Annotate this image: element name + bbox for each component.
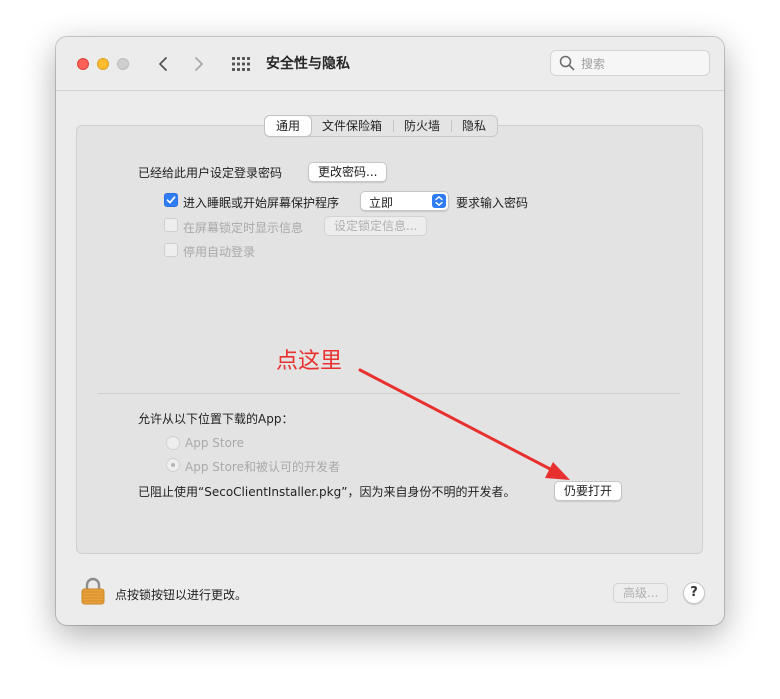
disable-auto-login-checkbox[interactable] [164,243,178,257]
downloads-heading: 允许从以下位置下载的App： [138,412,294,426]
require-password-checkbox[interactable] [164,193,178,207]
title-bar: 安全性与隐私 [56,37,724,91]
tab-filevault[interactable]: 文件保险箱 [311,116,393,136]
require-password-label: 进入睡眠或开始屏幕保护程序 [183,196,340,210]
tab-general[interactable]: 通用 [265,116,312,136]
section-divider [98,393,680,394]
show-all-grid-icon[interactable] [232,56,250,72]
blocked-app-message: 已阻止使用“SecoClientInstaller.pkg”，因为来自身份不明的… [138,485,516,499]
close-window-button[interactable] [77,58,89,70]
select-stepper-icon [432,194,446,208]
chevron-right-icon [195,57,203,71]
search-field[interactable] [550,50,710,76]
change-password-button[interactable]: 更改密码... [308,162,388,182]
annotation-label: 点这里 [276,349,343,374]
window-title: 安全性与隐私 [266,56,350,72]
set-lock-message-button[interactable]: 设定锁定信息... [324,216,428,236]
lock-hint-text: 点按锁按钮以进行更改。 [115,588,248,602]
preferences-window: 安全性与隐私 通用 文件保险箱 防火墙 隐私 已经给此用户设定登录密码 更改密码… [56,37,724,625]
radio-app-store-identified-label: App Store和被认可的开发者 [185,460,340,474]
lock-message-label: 在屏幕锁定时显示信息 [183,221,304,235]
chevron-left-icon [159,57,167,71]
radio-app-store-identified[interactable] [166,458,180,472]
require-password-suffix: 要求输入密码 [456,196,529,210]
disable-auto-login-label: 停用自动登录 [183,245,256,259]
back-button[interactable] [152,52,174,76]
lock-message-checkbox[interactable] [164,218,178,232]
checkmark-icon [166,196,176,204]
select-value: 立即 [369,196,394,210]
search-input[interactable] [579,54,703,74]
zoom-window-button[interactable] [117,58,129,70]
forward-button[interactable] [188,52,210,76]
tab-bar: 通用 文件保险箱 防火墙 隐私 [264,115,499,137]
tab-firewall[interactable]: 防火墙 [393,116,451,136]
password-set-label: 已经给此用户设定登录密码 [138,166,283,180]
minimize-window-button[interactable] [97,58,109,70]
radio-app-store[interactable] [166,436,180,450]
help-button[interactable]: ? [683,582,705,604]
radio-app-store-label: App Store [185,436,244,450]
tab-privacy[interactable]: 隐私 [451,116,497,136]
search-icon [559,55,575,71]
advanced-button[interactable]: 高级... [613,583,669,603]
lock-icon[interactable] [81,577,105,605]
open-anyway-button[interactable]: 仍要打开 [554,481,623,501]
require-password-delay-select[interactable]: 立即 [360,191,449,211]
